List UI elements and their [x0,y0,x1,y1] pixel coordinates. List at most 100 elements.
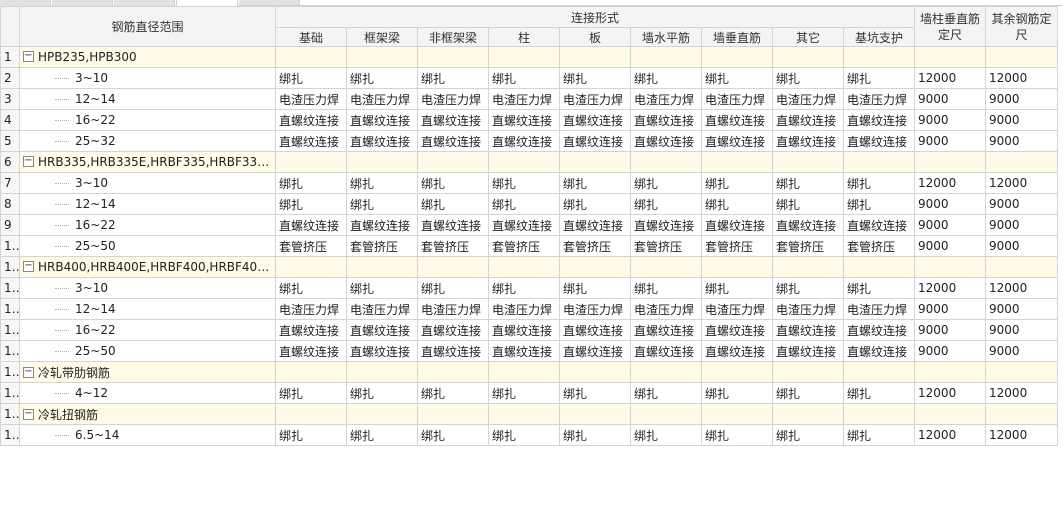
connect-type-cell[interactable]: 直螺纹连接 [772,319,844,341]
connect-type-cell[interactable]: 绑扎 [346,172,418,194]
connect-type-cell[interactable]: 绑扎 [275,193,347,215]
connect-type-cell[interactable]: 绑扎 [275,382,347,404]
connect-type-cell[interactable]: 绑扎 [559,424,631,446]
connect-type-cell[interactable]: 电渣压力焊 [772,298,844,320]
other-length-cell[interactable]: 9000 [985,235,1059,257]
connect-type-cell[interactable]: 直螺纹连接 [772,109,844,131]
connect-type-cell[interactable]: 电渣压力焊 [701,298,773,320]
connect-type-cell[interactable]: 电渣压力焊 [842,88,916,110]
connect-type-cell[interactable]: 直螺纹连接 [772,130,844,152]
table-row[interactable]: 9 16~22 直螺纹连接 直螺纹连接 直螺纹连接 直螺纹连接 直螺纹连接 直螺纹连接 直螺纹连… [0,214,1059,236]
range-cell[interactable]: 3~10 [19,172,276,194]
connect-type-cell[interactable]: 电渣压力焊 [630,298,702,320]
connect-type-cell[interactable]: 绑扎 [559,277,631,299]
connect-type-cell[interactable]: 绑扎 [346,67,418,89]
wall-length-cell[interactable]: 9000 [914,193,987,215]
wall-length-cell[interactable]: 9000 [914,235,987,257]
range-cell[interactable]: 3~10 [19,277,276,299]
group-row[interactable]: 16− 冷轧带肋钢筋 [0,361,1059,383]
range-cell[interactable]: 25~50 [19,340,276,362]
connect-type-cell[interactable]: 绑扎 [842,277,916,299]
connect-type-cell[interactable]: 直螺纹连接 [842,109,916,131]
range-cell[interactable]: 12~14 [19,298,276,320]
connect-type-cell[interactable]: 直螺纹连接 [559,340,631,362]
range-cell[interactable]: 3~10 [19,67,276,89]
connect-type-cell[interactable]: 直螺纹连接 [346,109,418,131]
connect-type-cell[interactable]: 绑扎 [488,277,560,299]
connect-type-cell[interactable]: 直螺纹连接 [842,130,916,152]
connect-type-cell[interactable]: 绑扎 [559,382,631,404]
connect-type-cell[interactable]: 绑扎 [842,172,916,194]
other-length-cell[interactable]: 9000 [985,193,1059,215]
table-row[interactable]: 19 6.5~14 绑扎 绑扎 绑扎 绑扎 绑扎 绑扎 绑扎 绑扎 绑扎 12000 12000 [0,424,1059,446]
connect-type-cell[interactable]: 直螺纹连接 [630,340,702,362]
connect-type-cell[interactable]: 绑扎 [630,67,702,89]
other-length-cell[interactable]: 9000 [985,109,1059,131]
connect-type-cell[interactable]: 电渣压力焊 [275,88,347,110]
connect-type-cell[interactable]: 绑扎 [842,67,916,89]
connect-type-cell[interactable]: 电渣压力焊 [346,298,418,320]
connect-type-cell[interactable]: 直螺纹连接 [772,340,844,362]
connect-type-cell[interactable]: 绑扎 [346,382,418,404]
table-row[interactable]: 8 12~14 绑扎 绑扎 绑扎 绑扎 绑扎 绑扎 绑扎 绑扎 绑扎 9000 9000 [0,193,1059,215]
table-row[interactable]: 3 12~14 电渣压力焊 电渣压力焊 电渣压力焊 电渣压力焊 电渣压力焊 电渣压力焊 电渣压力… [0,88,1059,110]
connect-type-cell[interactable]: 电渣压力焊 [346,88,418,110]
table-row[interactable]: 17 4~12 绑扎 绑扎 绑扎 绑扎 绑扎 绑扎 绑扎 绑扎 绑扎 12000 12000 [0,382,1059,404]
connect-type-cell[interactable]: 套管挤压 [346,235,418,257]
table-row[interactable]: 7 3~10 绑扎 绑扎 绑扎 绑扎 绑扎 绑扎 绑扎 绑扎 绑扎 12000 12000 [0,172,1059,194]
wall-length-cell[interactable]: 12000 [914,382,987,404]
table-row[interactable]: 2 3~10 绑扎 绑扎 绑扎 绑扎 绑扎 绑扎 绑扎 绑扎 绑扎 12000 12000 [0,67,1059,89]
connect-type-cell[interactable]: 绑扎 [417,67,489,89]
wall-length-cell[interactable]: 12000 [914,424,987,446]
connect-type-cell[interactable]: 直螺纹连接 [701,340,773,362]
connect-type-cell[interactable]: 套管挤压 [842,235,916,257]
connect-type-cell[interactable]: 直螺纹连接 [701,214,773,236]
connect-type-cell[interactable]: 绑扎 [346,277,418,299]
table-row[interactable]: 12 3~10 绑扎 绑扎 绑扎 绑扎 绑扎 绑扎 绑扎 绑扎 绑扎 12000 12000 [0,277,1059,299]
other-length-cell[interactable]: 9000 [985,340,1059,362]
connect-type-cell[interactable]: 套管挤压 [488,235,560,257]
connect-type-cell[interactable]: 电渣压力焊 [559,88,631,110]
collapse-minus-icon[interactable]: − [23,366,34,378]
connect-type-cell[interactable]: 直螺纹连接 [488,340,560,362]
connect-type-cell[interactable]: 绑扎 [488,67,560,89]
connect-type-cell[interactable]: 直螺纹连接 [630,109,702,131]
connect-type-cell[interactable]: 直螺纹连接 [488,130,560,152]
connect-type-cell[interactable]: 直螺纹连接 [842,340,916,362]
table-row[interactable]: 15 25~50 直螺纹连接 直螺纹连接 直螺纹连接 直螺纹连接 直螺纹连接 直螺纹连接 直螺纹… [0,340,1059,362]
connect-type-cell[interactable]: 电渣压力焊 [488,298,560,320]
wall-length-cell[interactable]: 9000 [914,340,987,362]
connect-type-cell[interactable]: 绑扎 [701,172,773,194]
range-cell[interactable]: 4~12 [19,382,276,404]
connect-type-cell[interactable]: 直螺纹连接 [842,214,916,236]
connect-type-cell[interactable]: 绑扎 [275,67,347,89]
group-name-cell[interactable]: − 冷轧扭钢筋 [19,403,276,425]
connect-type-cell[interactable]: 绑扎 [842,382,916,404]
connect-type-cell[interactable]: 绑扎 [772,424,844,446]
connect-type-cell[interactable]: 绑扎 [772,67,844,89]
group-row[interactable]: 18− 冷轧扭钢筋 [0,403,1059,425]
table-row[interactable]: 4 16~22 直螺纹连接 直螺纹连接 直螺纹连接 直螺纹连接 直螺纹连接 直螺纹连接 直螺纹连… [0,109,1059,131]
connect-type-cell[interactable]: 绑扎 [701,277,773,299]
other-length-cell[interactable]: 9000 [985,130,1059,152]
wall-length-cell[interactable]: 9000 [914,298,987,320]
connect-type-cell[interactable]: 绑扎 [772,382,844,404]
connect-type-cell[interactable]: 绑扎 [701,382,773,404]
wall-length-cell[interactable]: 9000 [914,319,987,341]
connect-type-cell[interactable]: 电渣压力焊 [275,298,347,320]
connect-type-cell[interactable]: 电渣压力焊 [772,88,844,110]
connect-type-cell[interactable]: 直螺纹连接 [559,130,631,152]
range-cell[interactable]: 16~22 [19,214,276,236]
table-row[interactable]: 14 16~22 直螺纹连接 直螺纹连接 直螺纹连接 直螺纹连接 直螺纹连接 直螺纹连接 直螺纹… [0,319,1059,341]
connect-type-cell[interactable]: 直螺纹连接 [488,109,560,131]
connect-type-cell[interactable]: 套管挤压 [417,235,489,257]
group-row[interactable]: 6− HRB335,HRB335E,HRBF335,HRBF335E [0,151,1059,173]
connect-type-cell[interactable]: 绑扎 [559,193,631,215]
group-name-cell[interactable]: − HRB400,HRB400E,HRBF400,HRBF400E... [19,256,276,278]
connect-type-cell[interactable]: 绑扎 [346,424,418,446]
wall-length-cell[interactable]: 12000 [914,67,987,89]
range-cell[interactable]: 25~50 [19,235,276,257]
other-length-cell[interactable]: 9000 [985,88,1059,110]
connect-type-cell[interactable]: 绑扎 [842,193,916,215]
connect-type-cell[interactable]: 直螺纹连接 [346,130,418,152]
